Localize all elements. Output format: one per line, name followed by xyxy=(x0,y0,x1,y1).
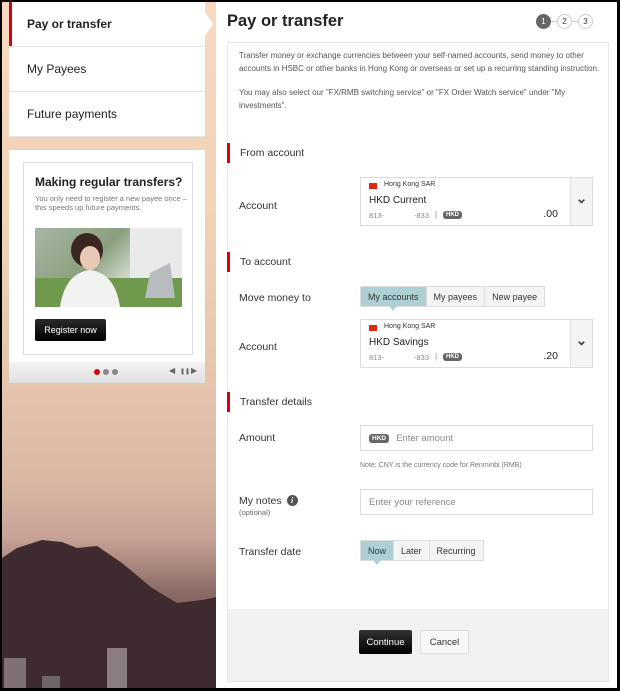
amount-field[interactable]: HKD xyxy=(360,425,593,451)
step-3: 3 xyxy=(578,14,593,29)
carousel-dot-1[interactable] xyxy=(94,369,100,375)
account-balance: .20 xyxy=(543,350,558,362)
progress-stepper: 1 2 3 xyxy=(536,14,593,29)
currency-badge: HKD xyxy=(443,353,462,361)
intro-text: Transfer money or exchange currencies be… xyxy=(239,50,603,112)
form-actions: Continue Cancel xyxy=(228,609,608,681)
from-account-selector[interactable]: Hong Kong SAR HKD Current 813- -833 | HK… xyxy=(360,177,593,226)
separator: | xyxy=(435,352,438,361)
currency-note: Note: CNY is the currency code for Renmi… xyxy=(360,462,522,469)
new-payee-option[interactable]: New payee xyxy=(484,286,546,307)
to-account-heading: To account xyxy=(227,252,291,272)
to-account-label: Account xyxy=(239,341,277,353)
account-name: HKD Current xyxy=(369,195,427,206)
account-region: Hong Kong SAR xyxy=(384,323,436,330)
register-now-button[interactable]: Register now xyxy=(35,319,106,341)
from-account-heading: From account xyxy=(227,143,304,163)
currency-badge: HKD xyxy=(443,211,462,219)
my-notes-label-text: My notes xyxy=(239,495,282,507)
optional-sublabel: (optional) xyxy=(239,508,271,517)
account-balance: .00 xyxy=(543,208,558,220)
account-name: HKD Savings xyxy=(369,337,429,348)
intro-paragraph: You may also select our "FX/RMB switchin… xyxy=(239,88,566,110)
account-number-suffix: -833 xyxy=(414,211,430,220)
sidebar-item-my-payees[interactable]: My Payees xyxy=(9,47,205,92)
sidebar-nav: Pay or transfer My Payees Future payment… xyxy=(9,2,213,137)
step-1: 1 xyxy=(536,14,551,29)
sidebar-item-future-payments[interactable]: Future payments xyxy=(9,92,205,137)
separator: | xyxy=(435,210,438,219)
continue-button[interactable]: Continue xyxy=(359,630,412,654)
notes-input[interactable] xyxy=(369,496,549,508)
transfer-date-label: Transfer date xyxy=(239,546,302,558)
now-option[interactable]: Now xyxy=(360,540,395,565)
main-panel: Pay or transfer 1 2 3 Transfer money or … xyxy=(216,2,617,688)
to-account-selector[interactable]: Hong Kong SAR HKD Savings 813- -833 | HK… xyxy=(360,319,593,368)
move-money-to-toggle: My accounts My payees New payee xyxy=(360,286,546,311)
currency-badge: HKD xyxy=(369,433,390,443)
from-account-label: Account xyxy=(239,200,277,212)
sidebar-item-label: Future payments xyxy=(27,107,118,121)
carousel-prev-icon[interactable]: ◀ xyxy=(169,366,175,375)
move-money-to-label: Move money to xyxy=(239,292,311,304)
carousel-controls: ◀ ❚❚ ▶ xyxy=(9,362,205,383)
my-payees-option[interactable]: My payees xyxy=(425,286,486,307)
page-background: Pay or transfer My Payees Future payment… xyxy=(2,2,617,688)
amount-input[interactable] xyxy=(396,432,577,444)
sidebar-item-label: Pay or transfer xyxy=(27,17,112,31)
account-region: Hong Kong SAR xyxy=(384,181,436,188)
notes-field[interactable] xyxy=(360,489,593,515)
intro-paragraph: Transfer money or exchange currencies be… xyxy=(239,51,600,73)
hong-kong-flag-icon xyxy=(369,325,377,331)
carousel-pause-icon[interactable]: ❚❚ xyxy=(180,368,190,375)
info-icon[interactable]: i xyxy=(286,495,298,506)
page-title: Pay or transfer xyxy=(227,12,344,30)
mountain-background-image xyxy=(2,540,222,688)
recurring-option[interactable]: Recurring xyxy=(428,540,484,561)
promo-card: Making regular transfers? You only need … xyxy=(23,162,193,355)
hong-kong-flag-icon xyxy=(369,183,377,189)
later-option[interactable]: Later xyxy=(393,540,430,561)
amount-label: Amount xyxy=(239,432,276,444)
carousel-next-icon[interactable]: ▶ xyxy=(191,366,197,375)
carousel-dot-3[interactable] xyxy=(112,369,118,375)
my-accounts-option[interactable]: My accounts xyxy=(360,286,427,311)
account-number-prefix: 813- xyxy=(369,211,385,220)
chevron-down-icon[interactable]: ⌄ xyxy=(570,320,592,367)
cancel-button[interactable]: Cancel xyxy=(420,630,469,654)
promo-panel: Making regular transfers? You only need … xyxy=(9,150,205,383)
account-number-suffix: -833 xyxy=(414,353,430,362)
promo-text: You only need to register a new payee on… xyxy=(35,194,187,212)
transfer-form: Transfer money or exchange currencies be… xyxy=(227,42,609,682)
promo-image xyxy=(35,228,182,307)
carousel-dot-2[interactable] xyxy=(103,369,109,375)
sidebar-item-pay-or-transfer[interactable]: Pay or transfer xyxy=(9,2,213,47)
my-notes-label: My notes i (optional) xyxy=(239,495,298,517)
transfer-date-toggle: Now Later Recurring xyxy=(360,540,484,565)
promo-title: Making regular transfers? xyxy=(35,175,183,189)
step-2: 2 xyxy=(557,14,572,29)
transfer-details-heading: Transfer details xyxy=(227,392,312,412)
chevron-down-icon[interactable]: ⌄ xyxy=(570,178,592,225)
account-number-prefix: 813- xyxy=(369,353,385,362)
sidebar-item-label: My Payees xyxy=(27,62,87,76)
